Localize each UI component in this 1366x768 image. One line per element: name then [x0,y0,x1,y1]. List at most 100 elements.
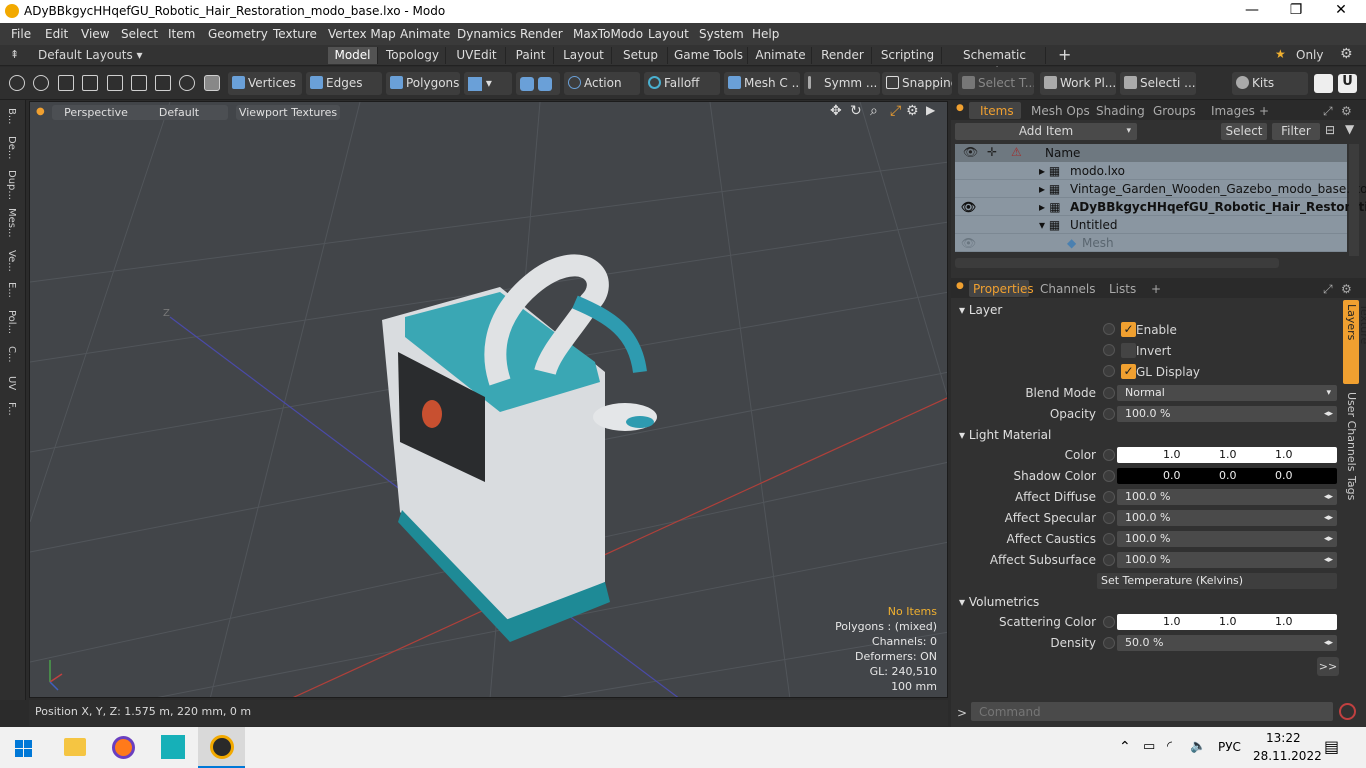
select-through-button[interactable]: Select T... [958,72,1034,95]
invert-checkbox[interactable] [1121,343,1136,358]
windows-start-icon[interactable] [15,740,32,757]
volume-icon[interactable]: 🔈 [1190,739,1206,754]
command-input[interactable] [971,702,1333,721]
close-button[interactable]: ✕ [1326,2,1356,18]
opacity-field[interactable]: 100.0 % ◂▸ [1117,406,1337,422]
light-material-section[interactable]: ▾ Light Material [959,428,1051,442]
props-dot-icon[interactable]: ● [956,281,964,291]
menu-help[interactable]: Help [752,27,779,41]
only-toggle[interactable]: Only [1296,48,1324,62]
left-tab-curve[interactable]: C... [6,346,17,363]
square-icon[interactable] [155,75,171,91]
items-hscrollbar[interactable] [955,258,1279,268]
battery-icon[interactable]: ▭ [1143,739,1155,754]
unity-icon[interactable] [1314,74,1333,93]
menu-file[interactable]: File [11,27,31,41]
tab-lists[interactable]: Lists [1109,282,1136,296]
tab-animate[interactable]: Animate [750,47,812,64]
affect-caustics-field[interactable]: 100.0 % ◂▸ [1117,531,1337,547]
menu-item[interactable]: Item [168,27,195,41]
pan-icon[interactable]: ✥ [830,103,842,119]
affect-subsurface-field[interactable]: 100.0 % ◂▸ [1117,552,1337,568]
tab-user-channels[interactable]: User Channels [1345,392,1358,471]
viewport-gear-icon[interactable]: ⚙ [906,103,919,119]
eye-icon[interactable]: 👁 [961,198,976,216]
symmetry-button[interactable]: Symm ... [804,72,880,95]
menu-maxtomodo[interactable]: MaxToModo [573,27,643,41]
set-temperature-button[interactable]: Set Temperature (Kelvins) [1097,573,1337,589]
left-tab-polygon[interactable]: Pol... [6,310,17,334]
menu-select[interactable]: Select [121,27,158,41]
blend-anim-dot[interactable] [1103,387,1115,399]
add-item-button[interactable]: Add Item ▾ [955,123,1137,140]
funnel-icon[interactable]: ▼ [1345,122,1354,136]
tab-paint[interactable]: Paint [508,47,554,64]
menu-animate[interactable]: Animate [400,27,450,41]
blend-mode-select[interactable]: Normal ▾ [1117,385,1337,401]
tab-channels[interactable]: Channels [1040,282,1096,296]
chevron-up-icon[interactable]: ⌃ [1119,739,1131,755]
tab-mesh-ops[interactable]: Mesh Ops [1031,104,1090,118]
diffuse-anim-dot[interactable] [1103,491,1115,503]
item-mode-button[interactable]: ▾ [464,72,512,95]
falloff-button[interactable]: Falloff [644,72,720,95]
menu-view[interactable]: View [81,27,109,41]
density-anim-dot[interactable] [1103,637,1115,649]
stack-icon[interactable] [107,75,123,91]
tab-topology[interactable]: Topology [380,47,446,64]
tab-layout[interactable]: Layout [556,47,612,64]
list-item[interactable]: ▸ ▦ modo.lxo [955,162,1347,180]
menu-geometry[interactable]: Geometry [208,27,268,41]
rotate-icon[interactable]: ↻ [850,103,862,119]
left-tab-vertex[interactable]: Ve... [6,250,17,272]
tab-groups[interactable]: Groups [1153,104,1196,118]
items-scrollbar[interactable] [1349,144,1359,256]
scattering-color-field[interactable]: 1.0 1.0 1.0 [1117,614,1337,630]
invert-anim-dot[interactable] [1103,344,1115,356]
shadow-color-field[interactable]: 0.0 0.0 0.0 [1117,468,1337,484]
caustics-anim-dot[interactable] [1103,533,1115,545]
shading-dropdown[interactable]: Default [130,105,228,120]
viewport-arrow-icon[interactable]: ▶ [926,103,935,117]
gear-icon[interactable]: ⚙ [1340,46,1353,62]
circle-select-icon[interactable] [9,75,25,91]
gl-display-anim-dot[interactable] [1103,365,1115,377]
minimize-button[interactable]: — [1237,2,1267,18]
tab-render[interactable]: Render [814,47,872,64]
brush-icon[interactable] [82,75,98,91]
menu-layout[interactable]: Layout [648,27,689,41]
vertices-button[interactable]: Vertices [228,72,302,95]
affect-diffuse-field[interactable]: 100.0 % ◂▸ [1117,489,1337,505]
grid-icon[interactable] [131,75,147,91]
shield-mode-buttons[interactable] [516,72,560,95]
collapse-icon[interactable]: ⊟ [1325,123,1335,137]
select-button[interactable]: Select [1221,123,1267,140]
tab-game-tools[interactable]: Game Tools [670,47,748,64]
tab-setup[interactable]: Setup [614,47,668,64]
modo-taskbar-button[interactable] [198,727,245,768]
clock-date[interactable]: 28.11.2022 [1253,749,1322,763]
globe-icon[interactable] [33,75,49,91]
firefox-icon[interactable] [112,736,135,759]
pen-icon[interactable] [58,75,74,91]
clock-icon[interactable] [179,75,195,91]
viewport-menu-dot-icon[interactable]: ● [36,106,45,117]
layout-up-icon[interactable]: ⇞ [10,48,19,61]
tab-texture-layers[interactable]: Texture Layers [1343,300,1366,384]
3d-viewport[interactable]: ● Perspective Default Viewport Textures … [29,101,948,698]
left-tab-basic[interactable]: B... [6,108,17,124]
tab-images[interactable]: Images [1211,104,1255,118]
mesh-constraint-button[interactable]: Mesh C ... [724,72,800,95]
left-tab-mesh-edit[interactable]: Mes... [6,208,17,238]
shadow-anim-dot[interactable] [1103,470,1115,482]
list-item[interactable]: ▾ ▦ Untitled [955,216,1347,234]
expand-icon[interactable]: ⤢ [1323,104,1333,119]
left-tab-edge[interactable]: E... [6,282,17,298]
panel-dot-icon[interactable]: ● [956,103,964,113]
clock-time[interactable]: 13:22 [1266,731,1301,745]
wifi-icon[interactable]: ◜ [1167,739,1172,754]
file-explorer-icon[interactable] [64,738,86,756]
color-anim-dot[interactable] [1103,449,1115,461]
volumetrics-section[interactable]: ▾ Volumetrics [959,595,1039,609]
robot-model[interactable] [382,254,657,642]
